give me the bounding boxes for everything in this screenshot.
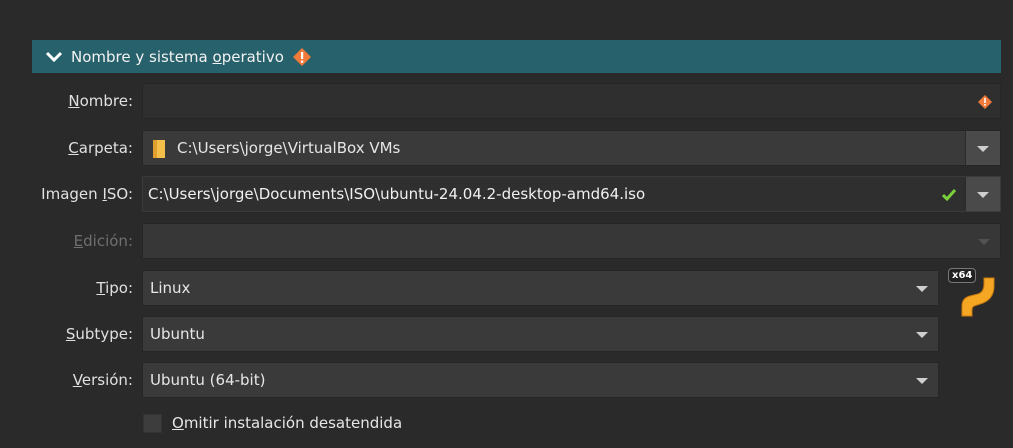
version-select[interactable]: Ubuntu (64-bit) — [142, 362, 939, 398]
chevron-down-icon — [916, 332, 928, 338]
row-subtype: Subtype: Ubuntu — [0, 316, 1013, 356]
iso-input[interactable]: C:\Users\jorge\Documents\ISO\ubuntu-24.0… — [142, 176, 1001, 212]
row-carpeta: Carpeta: C:\Users\jorge\VirtualBox VMs — [0, 130, 1013, 170]
section-header-name-os[interactable]: Nombre y sistema operativo — [32, 40, 1001, 73]
chevron-down-icon — [916, 286, 928, 292]
label-version: Versión: — [72, 371, 133, 389]
chevron-down-icon — [977, 192, 989, 198]
warning-icon — [978, 95, 992, 109]
skip-unattended-label[interactable]: Omitir instalación desatendida — [172, 414, 402, 432]
x64-badge: x64 — [948, 268, 977, 283]
type-select[interactable]: Linux — [142, 270, 939, 306]
row-nombre: Nombre: — [0, 83, 1013, 123]
label-edicion: Edición: — [73, 232, 133, 250]
os-type-icon: x64 — [948, 266, 998, 320]
row-tipo: Tipo: Linux — [0, 270, 1013, 310]
skip-unattended-checkbox[interactable] — [143, 414, 162, 433]
name-input[interactable] — [142, 83, 1001, 119]
folder-select[interactable]: C:\Users\jorge\VirtualBox VMs — [142, 130, 1001, 166]
row-edicion: Edición: — [0, 223, 1013, 263]
warning-icon — [292, 47, 311, 66]
subtype-select[interactable]: Ubuntu — [142, 316, 939, 352]
folder-dropdown-button[interactable] — [965, 131, 1000, 165]
chevron-down-icon — [916, 378, 928, 384]
label-tipo: Tipo: — [96, 279, 133, 297]
edition-select — [142, 223, 1001, 259]
folder-icon — [153, 140, 165, 158]
label-iso: Imagen ISO: — [41, 185, 133, 203]
chevron-down-icon — [45, 51, 63, 62]
checkmark-icon — [942, 189, 956, 201]
section-title: Nombre y sistema operativo — [71, 47, 284, 66]
iso-dropdown-button[interactable] — [965, 177, 1000, 211]
chevron-down-icon — [978, 239, 990, 245]
row-iso: Imagen ISO: C:\Users\jorge\Documents\ISO… — [0, 176, 1013, 216]
label-carpeta: Carpeta: — [68, 139, 133, 157]
chevron-down-icon — [977, 146, 989, 152]
label-subtype: Subtype: — [65, 325, 133, 343]
label-nombre: Nombre: — [68, 92, 133, 110]
row-version: Versión: Ubuntu (64-bit) — [0, 362, 1013, 402]
